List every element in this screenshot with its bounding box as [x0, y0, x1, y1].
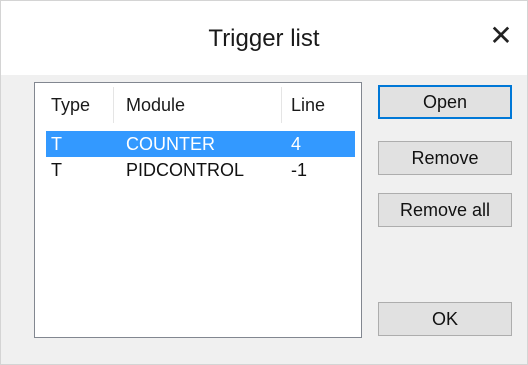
- open-button[interactable]: Open: [378, 85, 512, 119]
- column-separator[interactable]: [281, 87, 282, 123]
- trigger-list-dialog: Trigger list ✕ Type Module Line T COUNTE…: [0, 0, 528, 365]
- column-separator[interactable]: [113, 87, 114, 123]
- row-type: T: [51, 134, 62, 154]
- row-module: COUNTER: [126, 134, 215, 154]
- row-line: 4: [291, 134, 302, 154]
- row-line: -1: [291, 160, 308, 180]
- remove-all-button[interactable]: Remove all: [378, 193, 512, 227]
- list-item[interactable]: T COUNTER 4: [46, 131, 355, 157]
- list-item[interactable]: T PIDCONTROL -1: [46, 157, 355, 183]
- remove-button[interactable]: Remove: [378, 141, 512, 175]
- column-header-type[interactable]: Type: [51, 95, 90, 116]
- column-header-line[interactable]: Line: [291, 95, 325, 116]
- list-header: Type Module Line: [35, 83, 361, 127]
- row-type: T: [51, 160, 62, 180]
- dialog-title: Trigger list: [208, 25, 320, 52]
- row-module: PIDCONTROL: [126, 160, 245, 180]
- title-bar: Trigger list ✕: [1, 1, 527, 75]
- ok-button[interactable]: OK: [378, 302, 512, 336]
- trigger-list[interactable]: Type Module Line T COUNTER 4 T PIDCONTRO…: [34, 82, 362, 338]
- column-header-module[interactable]: Module: [126, 95, 185, 116]
- close-icon[interactable]: ✕: [483, 17, 519, 53]
